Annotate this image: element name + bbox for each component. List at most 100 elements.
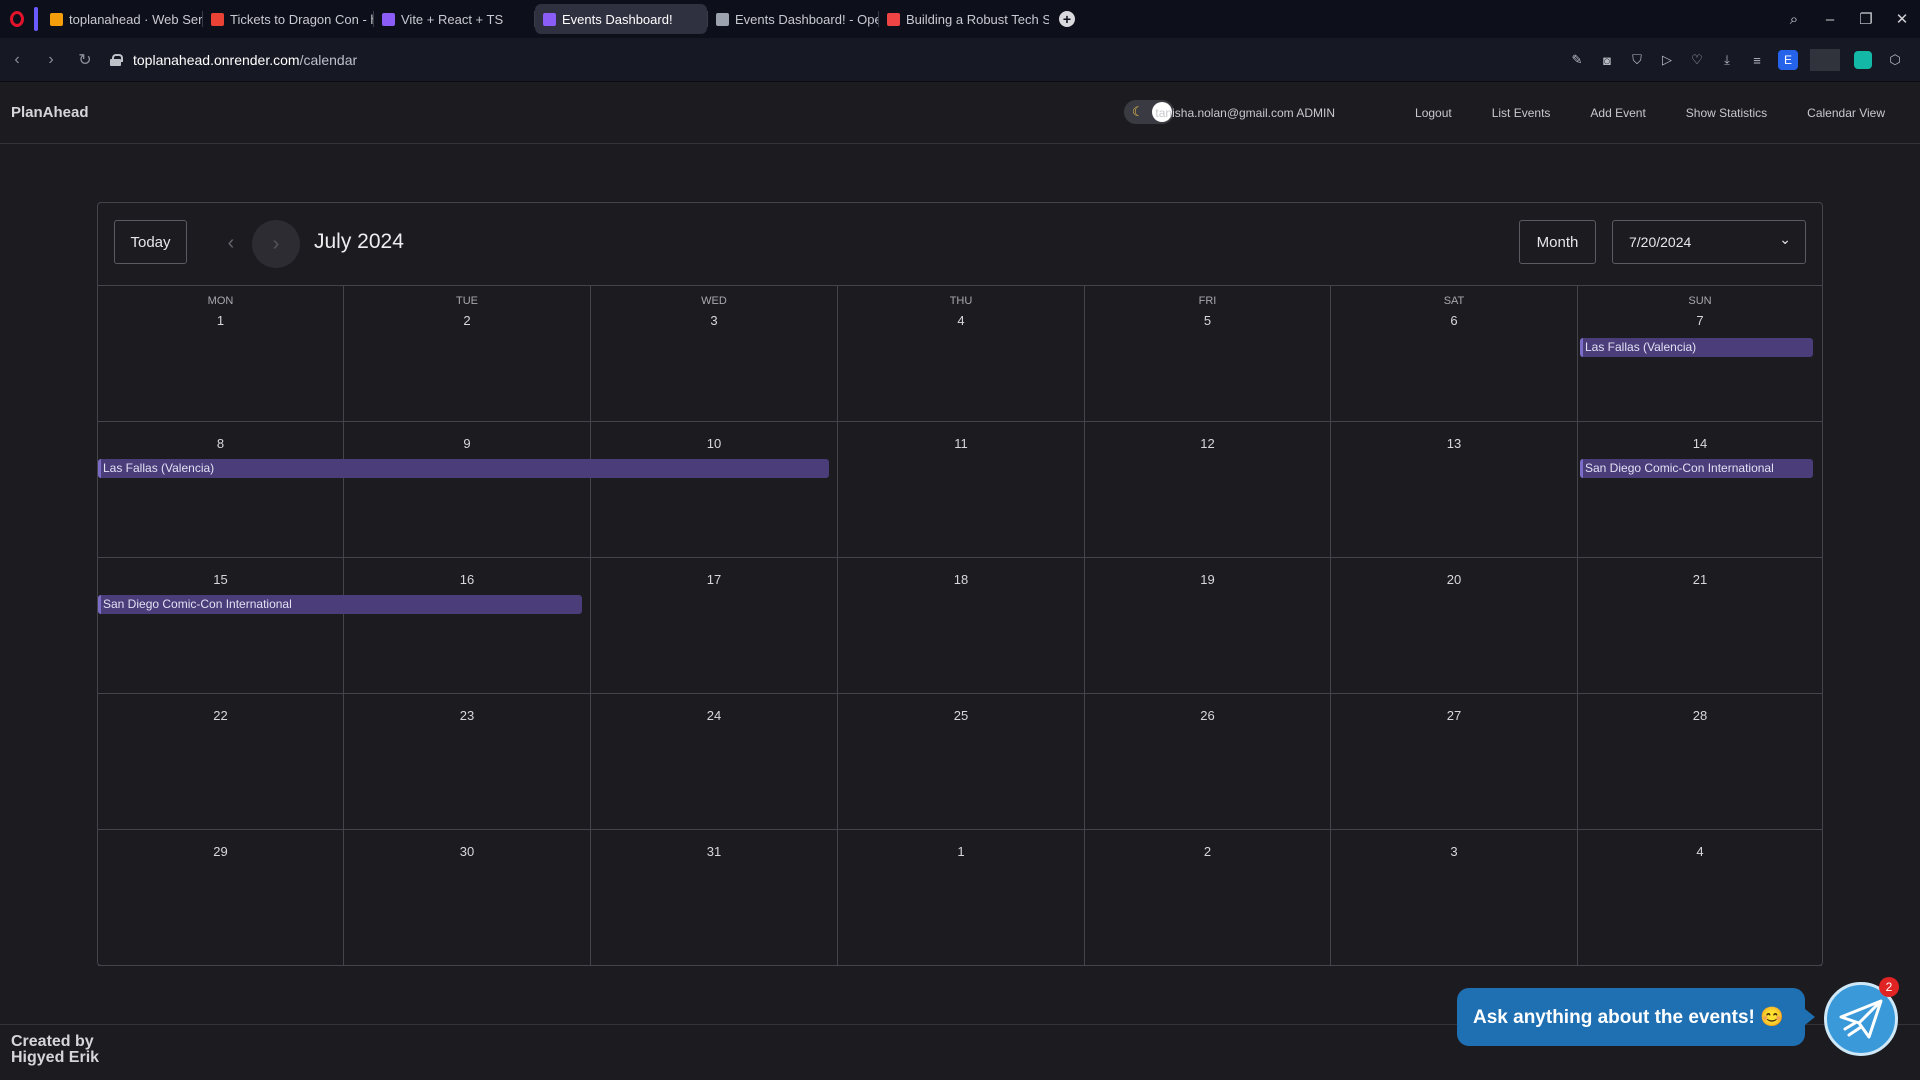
day-cell[interactable]: 20 — [1331, 558, 1578, 694]
chat-prompt-bubble[interactable]: Ask anything about the events! 😊 — [1457, 988, 1815, 1046]
day-cell[interactable]: 29 — [98, 830, 344, 966]
day-number[interactable]: 8 — [98, 436, 343, 451]
day-number[interactable]: 11 — [838, 436, 1084, 451]
day-number[interactable]: 6 — [1331, 313, 1577, 328]
day-cell[interactable]: 25 — [838, 694, 1085, 830]
browser-tab[interactable]: Building a Robust Tech Sta — [879, 4, 1049, 34]
day-number[interactable]: 30 — [344, 844, 590, 859]
list-events-link[interactable]: List Events — [1492, 106, 1551, 120]
day-cell[interactable]: MON 1 — [98, 286, 344, 422]
browser-tab[interactable]: Vite + React + TS — [374, 4, 534, 34]
today-button[interactable]: Today — [114, 220, 187, 264]
day-number[interactable]: 10 — [591, 436, 837, 451]
day-cell[interactable]: 12 — [1085, 422, 1331, 558]
day-number[interactable]: 1 — [838, 844, 1084, 859]
day-cell[interactable]: THU 4 — [838, 286, 1085, 422]
day-number[interactable]: 3 — [1331, 844, 1577, 859]
day-cell[interactable]: 14 — [1578, 422, 1822, 558]
day-cell[interactable]: 24 — [591, 694, 838, 830]
back-icon[interactable]: ‹ — [0, 51, 34, 69]
day-number[interactable]: 18 — [838, 572, 1084, 587]
day-number[interactable]: 5 — [1085, 313, 1330, 328]
heart-icon[interactable]: ♡ — [1682, 52, 1712, 68]
browser-tab[interactable]: Tickets to Dragon Con - h — [203, 4, 373, 34]
day-cell[interactable]: 18 — [838, 558, 1085, 694]
day-cell[interactable]: 1 — [838, 830, 1085, 966]
day-cell[interactable]: 30 — [344, 830, 591, 966]
url-field[interactable]: toplanahead.onrender.com/calendar — [110, 52, 357, 68]
day-cell[interactable]: FRI 5 — [1085, 286, 1331, 422]
browser-tab[interactable]: Events Dashboard! - Oper — [708, 4, 878, 34]
day-number[interactable]: 31 — [591, 844, 837, 859]
calendar-event[interactable]: San Diego Comic-Con International — [98, 595, 582, 614]
forward-icon[interactable]: › — [34, 51, 68, 69]
camera-icon[interactable]: ◙ — [1592, 53, 1622, 68]
opera-logo-icon[interactable] — [0, 0, 34, 38]
calendar-event[interactable]: Las Fallas (Valencia) — [98, 459, 829, 478]
date-picker[interactable]: 7/20/2024 ⌄ — [1612, 220, 1806, 264]
day-cell[interactable]: 21 — [1578, 558, 1822, 694]
day-cell[interactable]: 8 — [98, 422, 344, 558]
view-mode-button[interactable]: Month — [1519, 220, 1596, 264]
day-number[interactable]: 2 — [1085, 844, 1330, 859]
browser-tab[interactable]: toplanahead · Web Servic — [42, 4, 202, 34]
extension-e-icon[interactable]: E — [1778, 50, 1798, 70]
extension-teal-icon[interactable] — [1854, 51, 1872, 69]
minimize-icon[interactable]: – — [1812, 11, 1848, 28]
new-tab-icon[interactable]: + — [1059, 11, 1075, 27]
menu-icon[interactable]: ≡ — [1742, 53, 1772, 68]
calendar-event[interactable]: San Diego Comic-Con International — [1580, 459, 1813, 478]
day-cell[interactable]: 10 — [591, 422, 838, 558]
day-number[interactable]: 27 — [1331, 708, 1577, 723]
day-number[interactable]: 20 — [1331, 572, 1577, 587]
day-number[interactable]: 4 — [1578, 844, 1822, 859]
day-cell[interactable]: 2 — [1085, 830, 1331, 966]
logout-link[interactable]: Logout — [1415, 106, 1452, 120]
day-cell[interactable]: SAT 6 — [1331, 286, 1578, 422]
day-number[interactable]: 7 — [1578, 313, 1822, 328]
day-cell[interactable]: 22 — [98, 694, 344, 830]
calendar-view-link[interactable]: Calendar View — [1807, 106, 1885, 120]
day-cell[interactable]: 26 — [1085, 694, 1331, 830]
day-number[interactable]: 24 — [591, 708, 837, 723]
day-number[interactable]: 16 — [344, 572, 590, 587]
day-cell[interactable]: TUE 2 — [344, 286, 591, 422]
day-number[interactable]: 29 — [98, 844, 343, 859]
add-event-link[interactable]: Add Event — [1590, 106, 1645, 120]
day-number[interactable]: 21 — [1578, 572, 1822, 587]
day-number[interactable]: 28 — [1578, 708, 1822, 723]
day-cell[interactable]: 16 — [344, 558, 591, 694]
browser-tab[interactable]: Events Dashboard! — [535, 4, 707, 34]
day-number[interactable]: 23 — [344, 708, 590, 723]
day-cell[interactable]: 23 — [344, 694, 591, 830]
day-cell[interactable]: 9 — [344, 422, 591, 558]
day-number[interactable]: 9 — [344, 436, 590, 451]
shield-icon[interactable]: ⛉ — [1622, 52, 1652, 68]
next-month-icon[interactable]: › — [252, 220, 300, 268]
day-number[interactable]: 22 — [98, 708, 343, 723]
day-cell[interactable]: 11 — [838, 422, 1085, 558]
day-cell[interactable]: 3 — [1331, 830, 1578, 966]
day-cell[interactable]: 17 — [591, 558, 838, 694]
day-cell[interactable]: 27 — [1331, 694, 1578, 830]
reload-icon[interactable]: ↻ — [68, 50, 102, 70]
show-statistics-link[interactable]: Show Statistics — [1686, 106, 1767, 120]
brand-logo[interactable]: PlanAhead — [11, 104, 89, 121]
play-icon[interactable]: ▷ — [1652, 52, 1682, 68]
day-number[interactable]: 17 — [591, 572, 837, 587]
day-cell[interactable]: 15 — [98, 558, 344, 694]
day-number[interactable]: 13 — [1331, 436, 1577, 451]
cube-icon[interactable]: ⬡ — [1880, 52, 1910, 68]
day-number[interactable]: 1 — [98, 313, 343, 328]
day-number[interactable]: 2 — [344, 313, 590, 328]
day-number[interactable]: 4 — [838, 313, 1084, 328]
day-number[interactable]: 12 — [1085, 436, 1330, 451]
day-number[interactable]: 26 — [1085, 708, 1330, 723]
day-number[interactable]: 19 — [1085, 572, 1330, 587]
close-icon[interactable]: ✕ — [1884, 10, 1920, 28]
day-number[interactable]: 3 — [591, 313, 837, 328]
prev-month-icon[interactable]: ‹ — [213, 223, 249, 263]
day-cell[interactable]: 19 — [1085, 558, 1331, 694]
day-cell[interactable]: 28 — [1578, 694, 1822, 830]
calendar-event[interactable]: Las Fallas (Valencia) — [1580, 338, 1813, 357]
